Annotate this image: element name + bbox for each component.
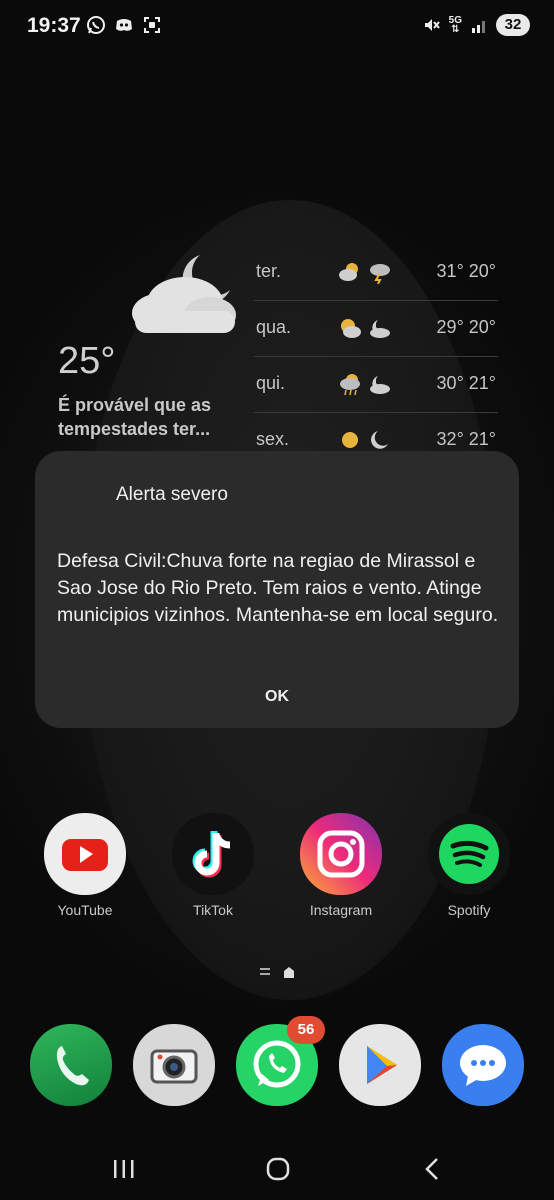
ok-button[interactable]: OK bbox=[235, 681, 319, 713]
dialog-title: Alerta severo bbox=[116, 484, 228, 505]
dialog-message: Defesa Civil:Chuva forte na regiao de Mi… bbox=[57, 550, 499, 626]
severe-alert-dialog: Alerta severo Defesa Civil:Chuva forte n… bbox=[35, 451, 519, 728]
